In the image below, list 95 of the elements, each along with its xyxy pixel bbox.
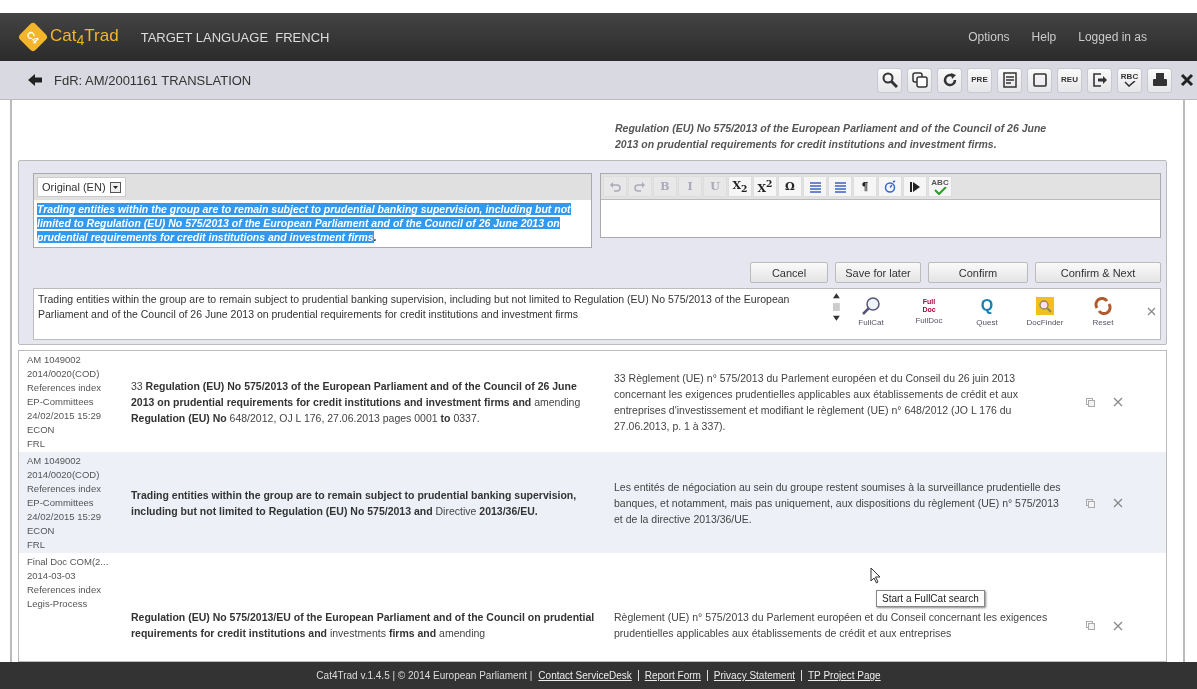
result-meta: ECON	[27, 524, 56, 538]
header-menu-link[interactable]: Options	[968, 30, 1010, 44]
document-title: FdR: AM/2001161 TRANSLATION	[54, 72, 252, 88]
result-meta: References index	[27, 482, 102, 496]
result-source-text: 33 Regulation (EU) No 575/2013 of the European Parliament and of the Council of 26 June 2013 on prudential requirements for credit institutions and investment firms and amending Regulation (EU) No 648/2012, OJ L 176, 27.06.2013 pages 0001 to 0337.	[131, 379, 582, 426]
result-meta: AM 1049002	[27, 454, 82, 468]
undo-icon	[609, 180, 621, 193]
footer-link[interactable]: Privacy Statement	[713, 670, 795, 681]
list-icon	[833, 180, 847, 193]
result-meta: 24/02/2015 15:29	[27, 409, 102, 423]
close-icon[interactable]	[1113, 621, 1123, 631]
action-button[interactable]: Confirm & Next	[1035, 262, 1161, 283]
concordance-query[interactable]: Trading entities within the group are to remain subject to prudential banking supervision, including but not limited to Regulation (EU) No 575/2013 of the European Parliament and of the Council of 26 June 2013 on prudential requirements for credit institutions and investment firms	[38, 292, 828, 322]
action-button[interactable]: Cancel	[750, 262, 828, 283]
list-button[interactable]	[828, 176, 852, 197]
app-logo: Cat$_{4}$Trad	[50, 25, 119, 49]
list-icon	[808, 180, 822, 193]
reset-button[interactable]: Reset	[1081, 296, 1125, 327]
close-icon	[1180, 73, 1194, 87]
result-meta: 2014-03-03	[27, 569, 77, 583]
format-button[interactable]: Ω	[778, 176, 802, 197]
check-icon	[933, 186, 947, 195]
close-icon[interactable]	[1147, 307, 1156, 316]
refresh-icon	[941, 72, 958, 88]
footer-link[interactable]: TP Project Page	[808, 670, 881, 681]
header-menu-link[interactable]: Logged in as	[1078, 30, 1147, 44]
result-meta: FRL	[27, 538, 46, 552]
square-button[interactable]	[1027, 67, 1052, 93]
header-menu-link[interactable]: Help	[1031, 30, 1057, 44]
result-meta: EP-Committees	[27, 496, 95, 510]
result-source-text: Trading entities within the group are to remain subject to prudential banking supervision, including but not limited to Regulation (EU) No 575/2013 and Directive 2013/36/EU.	[131, 488, 578, 519]
spell-button[interactable]: ABC	[928, 176, 952, 197]
translation-preview: Regulation (EU) No 575/2013 of the European Parliament and of the Council of 26 June 2013 on prudential requirements for credit institutions and investment firms.	[615, 121, 1048, 152]
document-icon	[1001, 72, 1018, 88]
search-button[interactable]	[877, 67, 902, 93]
result-meta: AM 1049002	[27, 353, 82, 367]
result-meta: ECON	[27, 423, 56, 437]
source-text: Trading entities within the group are to remain subject to prudential banking supervision, including but not limited to Regulation (EU) No 575/2013 of the European Parliament and of the Council of 26 June 2013 on prudential requirements for credit institutions and investment firms.	[36, 202, 572, 245]
result-meta: 2014/0020(COD)	[27, 367, 101, 381]
result-target-text: Règlement (UE) n° 575/2013 du Parlement européen et du Conseil concernant les exigences prudentielles applicables aux établissements de crédit et aux entreprises	[613, 610, 1049, 641]
format-button[interactable]: X$_{2}$	[728, 176, 752, 197]
action-button[interactable]: Confirm	[928, 262, 1028, 283]
magnifier-icon	[861, 296, 881, 316]
search-icon	[881, 72, 898, 88]
exit-icon	[1091, 72, 1108, 88]
fullcat-button[interactable]: FullCat	[849, 296, 893, 327]
arrow-button[interactable]	[903, 176, 927, 197]
result-meta: Final Doc COM(2...	[27, 555, 110, 569]
docfinder-button[interactable]: DocFinder	[1023, 296, 1067, 327]
result-meta: EP-Committees	[27, 395, 95, 409]
result-meta: References index	[27, 583, 102, 597]
stopwatch-icon	[883, 180, 897, 193]
arrow-icon	[909, 180, 921, 193]
reset-icon	[1093, 296, 1113, 316]
timer-button[interactable]	[878, 176, 902, 197]
tooltip: Start a FullCat search	[876, 590, 985, 607]
caret-icon	[109, 181, 121, 193]
footer-link[interactable]: Contact ServiceDesk	[538, 670, 632, 681]
folder-search-icon	[1035, 296, 1055, 316]
close-icon[interactable]	[1113, 498, 1123, 508]
mouse-cursor-icon	[870, 567, 881, 584]
toolbar-label-button[interactable]: REU	[1057, 67, 1082, 93]
result-target-text: 33 Règlement (UE) n° 575/2013 du Parlement européen et du Conseil du 26 juin 2013 concernant les exigences prudentielles applicables aux établissements de crédit et aux entreprises d'investissement et modifiant le règlement (UE) n° 648/2012 (JO L 176 du 27.06.2013, p. 1 à 337).	[613, 371, 1019, 434]
quest-button[interactable]: Q Quest	[965, 296, 1009, 327]
check-icon	[1122, 81, 1137, 87]
language-dropdown[interactable]: Original (EN)	[37, 177, 126, 197]
result-meta: 24/02/2015 15:29	[27, 510, 102, 524]
copy-button[interactable]	[907, 67, 932, 93]
refresh-button[interactable]	[937, 67, 962, 93]
result-source-text: Regulation (EU) No 575/2013/EU of the European Parliament and of the Council on prudential requirements for credit institutions and investments firms and amending	[131, 610, 596, 641]
square-icon	[1031, 72, 1048, 88]
scroll-arrows-icon[interactable]	[832, 292, 841, 322]
print-button[interactable]	[1147, 67, 1172, 93]
result-meta: Legis-Process	[27, 597, 89, 611]
list-button[interactable]	[803, 176, 827, 197]
copy-icon	[911, 72, 928, 88]
footer-text: Cat4Trad v.1.4.5 | © 2014 European Parliament |	[316, 670, 533, 681]
redo-icon	[634, 180, 646, 193]
result-meta: FRL	[27, 437, 46, 451]
format-button[interactable]: X$^{2}$	[753, 176, 777, 197]
toolbar-label-button[interactable]: PRE	[967, 67, 992, 93]
format-button[interactable]: ¶	[853, 176, 877, 197]
result-target-text: Les entités de négociation au sein du groupe restent soumises à la surveillance prudentielle des banques, et notamment, mais pas uniquement, aux dispositions du règlement (UE) n° 575/2013 et de la directive 2013/36/UE.	[613, 480, 1062, 527]
footer-link[interactable]: Report Form	[644, 670, 701, 681]
exit-button[interactable]	[1087, 67, 1112, 93]
target-language-title: TARGET LANGUAGE FRENCH	[140, 29, 330, 45]
toolbar-label-button[interactable]: RBC	[1117, 67, 1142, 93]
result-meta: 2014/0020(COD)	[27, 468, 101, 482]
logo-icon: C4	[17, 21, 49, 53]
close-icon[interactable]	[1113, 397, 1123, 407]
printer-icon	[1151, 72, 1168, 88]
result-meta: References index	[27, 381, 102, 395]
document-button[interactable]	[997, 67, 1022, 93]
action-button[interactable]: Save for later	[835, 262, 921, 283]
back-arrow-icon[interactable]	[28, 73, 42, 87]
